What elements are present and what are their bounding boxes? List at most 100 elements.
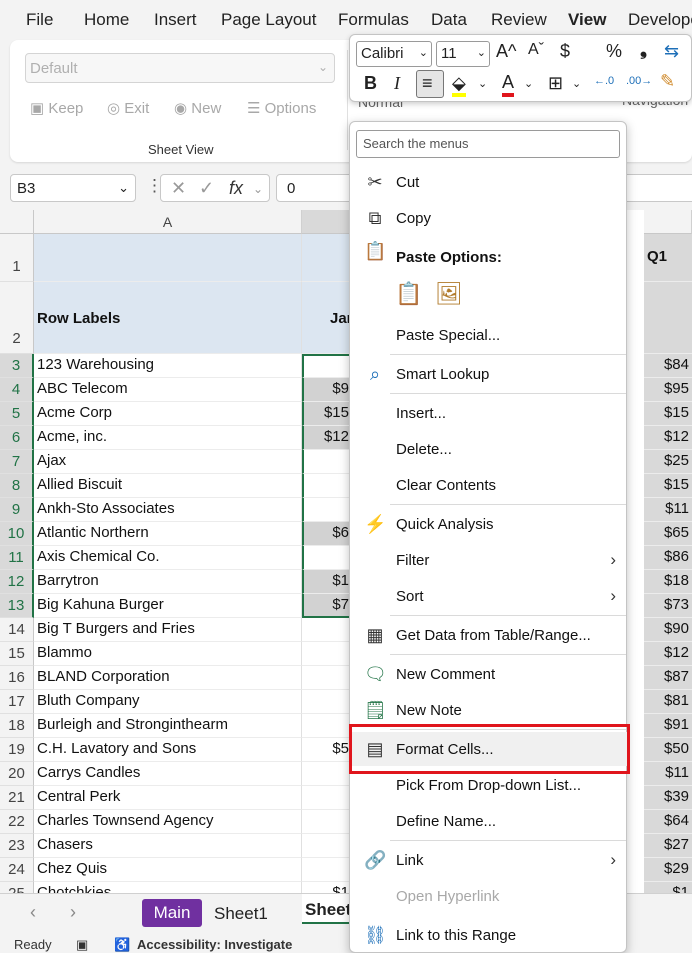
- cell-a[interactable]: Chasers: [34, 834, 302, 858]
- menu-item-new-comment[interactable]: 🗨 New Comment: [350, 657, 628, 691]
- cell-b[interactable]: [302, 618, 352, 642]
- format-painter-icon[interactable]: ✎: [660, 71, 675, 92]
- cell-b[interactable]: [302, 354, 352, 378]
- cell-b[interactable]: [302, 450, 352, 474]
- chevron-down-icon[interactable]: ⌄: [478, 77, 487, 90]
- cell-q[interactable]: $18: [644, 570, 692, 594]
- row-header[interactable]: 17: [0, 690, 34, 714]
- cell-a[interactable]: Ankh-Sto Associates: [34, 498, 302, 522]
- paste-picture-icon[interactable]: 🖼: [434, 281, 464, 311]
- cell-b[interactable]: $1: [302, 882, 352, 893]
- row-header[interactable]: 15: [0, 642, 34, 666]
- menu-item-insert[interactable]: Insert...: [350, 396, 628, 430]
- column-header-a[interactable]: A: [34, 210, 302, 234]
- cell-q[interactable]: $12: [644, 426, 692, 450]
- cell-b[interactable]: [302, 642, 352, 666]
- cell-b[interactable]: [302, 498, 352, 522]
- tab-active-sheet[interactable]: Sheet: [302, 894, 350, 924]
- cell-q[interactable]: $86: [644, 546, 692, 570]
- row-header[interactable]: 3: [0, 354, 34, 378]
- row-header[interactable]: 2: [0, 282, 34, 354]
- cell-a[interactable]: Big Kahuna Burger: [34, 594, 302, 618]
- cell-b[interactable]: Jan: [302, 282, 352, 354]
- cell-b[interactable]: [302, 834, 352, 858]
- row-header[interactable]: 20: [0, 762, 34, 786]
- menu-item-get-data[interactable]: ▦ Get Data from Table/Range...: [350, 618, 628, 652]
- bold-button[interactable]: B: [364, 73, 377, 94]
- cell-q[interactable]: $15: [644, 402, 692, 426]
- menu-data[interactable]: Data: [431, 10, 467, 30]
- enter-icon[interactable]: ✓: [199, 178, 214, 199]
- cell-a[interactable]: Acme Corp: [34, 402, 302, 426]
- row-header[interactable]: 18: [0, 714, 34, 738]
- fill-color-icon[interactable]: ⬙: [452, 73, 466, 97]
- cell-a[interactable]: Barrytron: [34, 570, 302, 594]
- cell-a[interactable]: Bluth Company: [34, 690, 302, 714]
- exit-button[interactable]: ◎ Exit: [107, 99, 149, 117]
- row-header[interactable]: 16: [0, 666, 34, 690]
- cell-b[interactable]: [302, 810, 352, 834]
- cell-a[interactable]: [34, 234, 302, 282]
- cell-b[interactable]: $5: [302, 738, 352, 762]
- increase-font-size-button[interactable]: A^: [496, 41, 516, 62]
- cell-b[interactable]: [302, 546, 352, 570]
- row-header[interactable]: 11: [0, 546, 34, 570]
- paste-default-icon[interactable]: 📋: [394, 281, 424, 311]
- currency-format-button[interactable]: $: [560, 41, 570, 62]
- row-header[interactable]: 22: [0, 810, 34, 834]
- keep-button[interactable]: ▣ Keep: [30, 99, 83, 117]
- cell-q[interactable]: $50: [644, 738, 692, 762]
- decrease-decimal-button[interactable]: .00→: [626, 75, 652, 87]
- sheet-view-select[interactable]: Default ⌄: [25, 53, 335, 83]
- menu-item-cut[interactable]: ✂ Cut: [350, 165, 628, 199]
- cell-b[interactable]: $12: [302, 426, 352, 450]
- cell-b[interactable]: [302, 714, 352, 738]
- row-header[interactable]: 25: [0, 882, 34, 893]
- menu-item-smart-lookup[interactable]: ⌕ Smart Lookup: [350, 357, 628, 391]
- row-header[interactable]: 24: [0, 858, 34, 882]
- cell-b[interactable]: $15: [302, 402, 352, 426]
- cell-b[interactable]: $6: [302, 522, 352, 546]
- cell-a[interactable]: Ajax: [34, 450, 302, 474]
- cell-q[interactable]: $81: [644, 690, 692, 714]
- menu-file[interactable]: File: [26, 10, 53, 30]
- cell-q[interactable]: $29: [644, 858, 692, 882]
- increase-decimal-button[interactable]: ←.0: [594, 75, 614, 87]
- menu-formulas[interactable]: Formulas: [338, 10, 409, 30]
- cell-b[interactable]: [302, 666, 352, 690]
- cell-b[interactable]: $7: [302, 594, 352, 618]
- name-box[interactable]: B3 ⌄: [10, 174, 136, 202]
- cell-a[interactable]: Burleigh and Stronginthearm: [34, 714, 302, 738]
- insert-function-icon[interactable]: fx: [229, 178, 243, 199]
- menu-developer[interactable]: Developer: [628, 10, 692, 30]
- accessibility-status[interactable]: Accessibility: Investigate: [137, 937, 292, 952]
- cell-q[interactable]: $11: [644, 762, 692, 786]
- cell-a[interactable]: BLAND Corporation: [34, 666, 302, 690]
- row-header[interactable]: 1: [0, 234, 34, 282]
- menu-item-link-to-range[interactable]: ⛓ Link to this Range: [350, 918, 628, 952]
- menu-item-paste-special[interactable]: Paste Special...: [350, 318, 628, 352]
- chevron-down-icon[interactable]: ⌄: [572, 77, 581, 90]
- row-header[interactable]: 23: [0, 834, 34, 858]
- row-header[interactable]: 8: [0, 474, 34, 498]
- cell-b[interactable]: [302, 690, 352, 714]
- cell-a[interactable]: Atlantic Northern: [34, 522, 302, 546]
- cell-q[interactable]: Q1: [644, 234, 692, 282]
- menu-item-copy[interactable]: ⧉ Copy: [350, 201, 628, 235]
- menu-item-quick-analysis[interactable]: ⚡ Quick Analysis: [350, 507, 628, 541]
- cell-b[interactable]: [302, 474, 352, 498]
- cell-b[interactable]: [302, 858, 352, 882]
- align-center-button[interactable]: ≡: [416, 70, 444, 98]
- menu-review[interactable]: Review: [491, 10, 547, 30]
- menu-insert[interactable]: Insert: [154, 10, 197, 30]
- cell-a[interactable]: C.H. Lavatory and Sons: [34, 738, 302, 762]
- wrap-text-icon[interactable]: ⇆: [664, 41, 679, 62]
- new-button[interactable]: ◉ New: [174, 99, 221, 117]
- cell-q[interactable]: $25: [644, 450, 692, 474]
- cell-a[interactable]: Big T Burgers and Fries: [34, 618, 302, 642]
- cell-q[interactable]: $27: [644, 834, 692, 858]
- cell-b[interactable]: [302, 786, 352, 810]
- cell-q[interactable]: $73: [644, 594, 692, 618]
- cell-q[interactable]: $1: [644, 882, 692, 893]
- cell-q[interactable]: $39: [644, 786, 692, 810]
